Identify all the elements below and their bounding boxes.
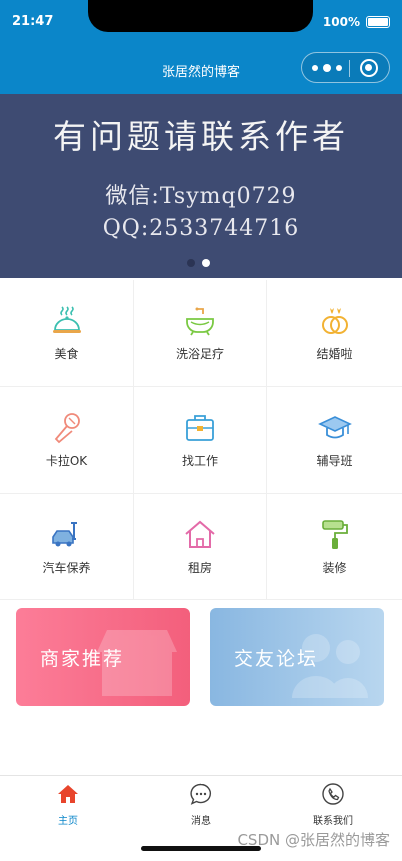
category-label: 装修 [322,561,347,575]
more-options-button[interactable] [312,61,342,75]
category-grid: 美食 洗浴足疗 结婚啦 卡拉OK 找工作 辅导班 汽车保养 租房 装修 [0,280,402,600]
category-label: 卡拉OK [45,454,88,468]
home-icon [58,785,78,803]
category-item-wedding[interactable]: 结婚啦 [267,280,402,387]
friends-forum-card[interactable]: 交友论坛 [210,608,384,706]
category-item-car-service[interactable]: 汽车保养 [0,494,134,600]
microphone-icon [54,413,80,444]
tab-home[interactable]: 主页 [28,782,108,827]
capsule-divider [349,60,350,77]
banner-qq: QQ:2533744716 [102,216,300,241]
category-item-tutoring[interactable]: 辅导班 [267,387,402,494]
miniprogram-capsule [301,52,390,83]
tab-label: 消息 [191,816,211,827]
wedding-rings-icon [321,308,348,334]
device-notch [88,0,313,32]
phone-screen: 21:47 100% 张居然的博客 有问题请联系作者 微信:Tsymq0729 … [0,0,402,861]
category-item-renovation[interactable]: 装修 [267,494,402,600]
category-label: 美食 [54,347,79,361]
category-item-karaoke[interactable]: 卡拉OK [0,387,134,494]
banner-carousel[interactable]: 有问题请联系作者 微信:Tsymq0729 QQ:2533744716 [0,94,402,278]
close-miniprogram-icon[interactable] [360,59,378,77]
category-label: 汽车保养 [42,561,91,575]
phone-icon [322,783,344,805]
carousel-dot-active[interactable] [202,259,210,267]
dot-icon [336,65,342,71]
briefcase-icon [186,415,214,441]
category-label: 洗浴足疗 [175,347,224,361]
promo-label: 交友论坛 [234,648,319,670]
promo-label: 商家推荐 [40,648,125,670]
navigation-bar: 张居然的博客 [0,46,402,94]
house-icon [185,520,215,548]
tab-label: 主页 [58,816,78,827]
dot-icon [323,64,331,72]
category-item-food[interactable]: 美食 [0,280,134,387]
carousel-indicators [187,259,210,267]
status-bar: 21:47 100% [0,0,402,46]
home-indicator [141,846,261,851]
category-label: 结婚啦 [316,347,353,361]
battery-percent: 100% [322,15,360,29]
category-item-bath[interactable]: 洗浴足疗 [134,280,267,387]
dot-icon [312,65,318,71]
dish-cover-icon [52,306,81,333]
tab-contact-us[interactable]: 联系我们 [293,782,373,827]
category-label: 租房 [187,561,212,575]
banner-headline: 有问题请联系作者 [53,117,349,156]
category-label: 找工作 [181,454,218,468]
tab-messages[interactable]: 消息 [161,782,241,827]
tab-label: 联系我们 [313,816,353,827]
carousel-dot[interactable] [187,259,195,267]
chat-bubble-icon [190,783,212,805]
car-service-icon [51,522,77,547]
banner-wechat: 微信:Tsymq0729 [105,184,297,209]
battery-icon [366,16,390,28]
category-item-jobs[interactable]: 找工作 [134,387,267,494]
category-item-rental[interactable]: 租房 [134,494,267,600]
category-label: 辅导班 [316,454,353,468]
merchant-recommend-card[interactable]: 商家推荐 [16,608,190,706]
graduation-cap-icon [317,416,352,439]
status-time: 21:47 [12,14,54,29]
bathtub-icon [186,307,214,336]
paint-roller-icon [321,520,348,549]
